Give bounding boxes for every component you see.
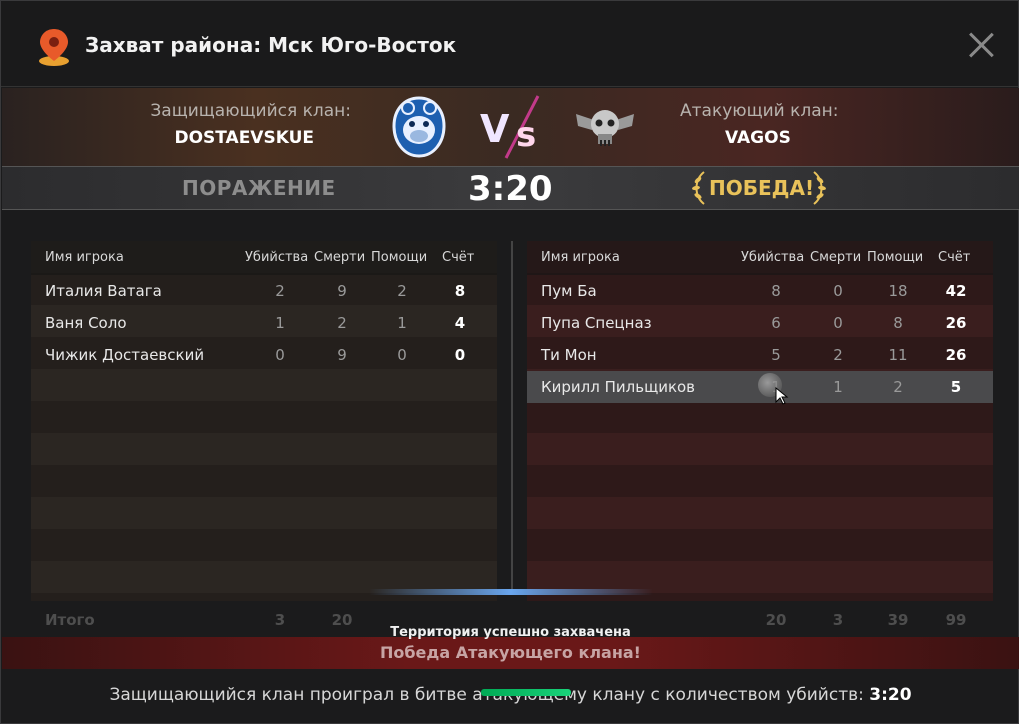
svg-text:s: s [516,115,536,155]
kills: 2 [275,282,285,300]
score: 0 [454,346,466,364]
defender-emblem-icon [392,96,446,158]
assists: 8 [893,314,903,332]
col-deaths: Смерти [810,250,862,265]
col-assists: Помощи [371,250,428,265]
col-player: Имя игрока [45,250,124,265]
assists: 1 [397,314,407,332]
player-name: Ти Мон [541,346,597,364]
table-row[interactable]: Чижик Достаевский 0 9 0 0 [31,339,497,371]
defender-label: Защищающийся клан: [150,101,351,121]
col-score: Счёт [442,250,475,265]
assists: 0 [397,346,407,364]
table-row[interactable]: Пум Ба 8 0 18 42 [527,275,993,307]
attackers-table: Имя игрока Убийства Смерти Помощи Счёт П… [527,241,993,601]
player-name: Чижик Достаевский [45,346,205,364]
table-header: Имя игрока Убийства Смерти Помощи Счёт [31,241,497,275]
col-assists: Помощи [867,250,924,265]
progress-bar [481,689,571,696]
col-kills: Убийства [741,250,805,265]
close-button[interactable] [967,31,995,59]
svg-text:V: V [480,107,510,151]
result-bar: ПОРАЖЕНИЕ 3:20 ПОБЕДА! [2,166,1019,210]
kills: 6 [771,314,781,332]
attacker-result: ПОБЕДА! [709,176,815,200]
assists: 2 [893,378,903,396]
kills: 0 [275,346,285,364]
attacker-label: Атакующий клан: [680,101,839,121]
win-text: Победа Атакующего клана! [380,643,641,662]
clan-bar: Защищающийся клан: DOSTAEVSKUE V s Атаку… [2,88,1019,166]
laurel-right-icon [813,171,826,205]
territory-status: Территория успешно захвачена [390,625,631,640]
score: 26 [945,314,967,332]
window-title: Захват района: Мск Юго-Восток [85,33,457,57]
table-divider [511,241,513,591]
progress-glow [369,589,653,595]
player-name: Италия Ватага [45,282,162,300]
col-deaths: Смерти [314,250,366,265]
attacker-emblem-icon [576,110,634,146]
table-row[interactable]: Италия Ватага 2 9 2 8 [31,275,497,307]
defender-name: DOSTAEVSKUE [174,128,314,148]
table-row[interactable]: Пупа Спецназ 6 0 8 26 [527,307,993,339]
deaths: 2 [337,314,347,332]
score: 5 [950,378,962,396]
match-score: 3:20 [468,169,553,209]
player-name: Ваня Соло [45,314,127,332]
deaths: 0 [833,282,843,300]
table-header: Имя игрока Убийства Смерти Помощи Счёт [527,241,993,275]
score: 26 [945,346,967,364]
assists: 11 [888,346,908,364]
table-row[interactable]: Ваня Соло 1 2 1 4 [31,307,497,339]
map-pin-icon [39,29,69,66]
deaths: 1 [833,378,843,396]
assists: 18 [888,282,908,300]
kills: 1 [275,314,285,332]
player-name: Пум Ба [541,282,597,300]
deaths: 9 [337,346,347,364]
footer-kills: 3:20 [869,685,912,705]
table-row[interactable]: Ти Мон 5 2 11 26 [527,339,993,371]
assists: 2 [397,282,407,300]
attacker-name: VAGOS [725,128,791,148]
defenders-table: Имя игрока Убийства Смерти Помощи Счёт И… [31,241,497,601]
deaths: 9 [337,282,347,300]
player-name: Пупа Спецназ [541,314,652,332]
score: 42 [945,282,967,300]
capture-result-window: Захват района: Мск Юго-Восток Защищающий… [0,0,1019,724]
deaths: 2 [833,346,843,364]
player-name: Кирилл Пильщиков [541,378,696,396]
kills: 8 [771,282,781,300]
col-player: Имя игрока [541,250,620,265]
laurel-left-icon [692,171,705,205]
title-bar: Захват района: Мск Юго-Восток [1,1,1018,87]
win-banner: Победа Атакующего клана! [2,637,1019,669]
versus-icon: V s [480,95,540,159]
deaths: 0 [833,314,843,332]
mouse-cursor-icon [775,387,789,405]
score: 8 [454,282,466,300]
kills: 5 [771,346,781,364]
score: 4 [454,314,466,332]
col-kills: Убийства [245,250,309,265]
col-score: Счёт [938,250,971,265]
defender-result: ПОРАЖЕНИЕ [182,176,336,200]
